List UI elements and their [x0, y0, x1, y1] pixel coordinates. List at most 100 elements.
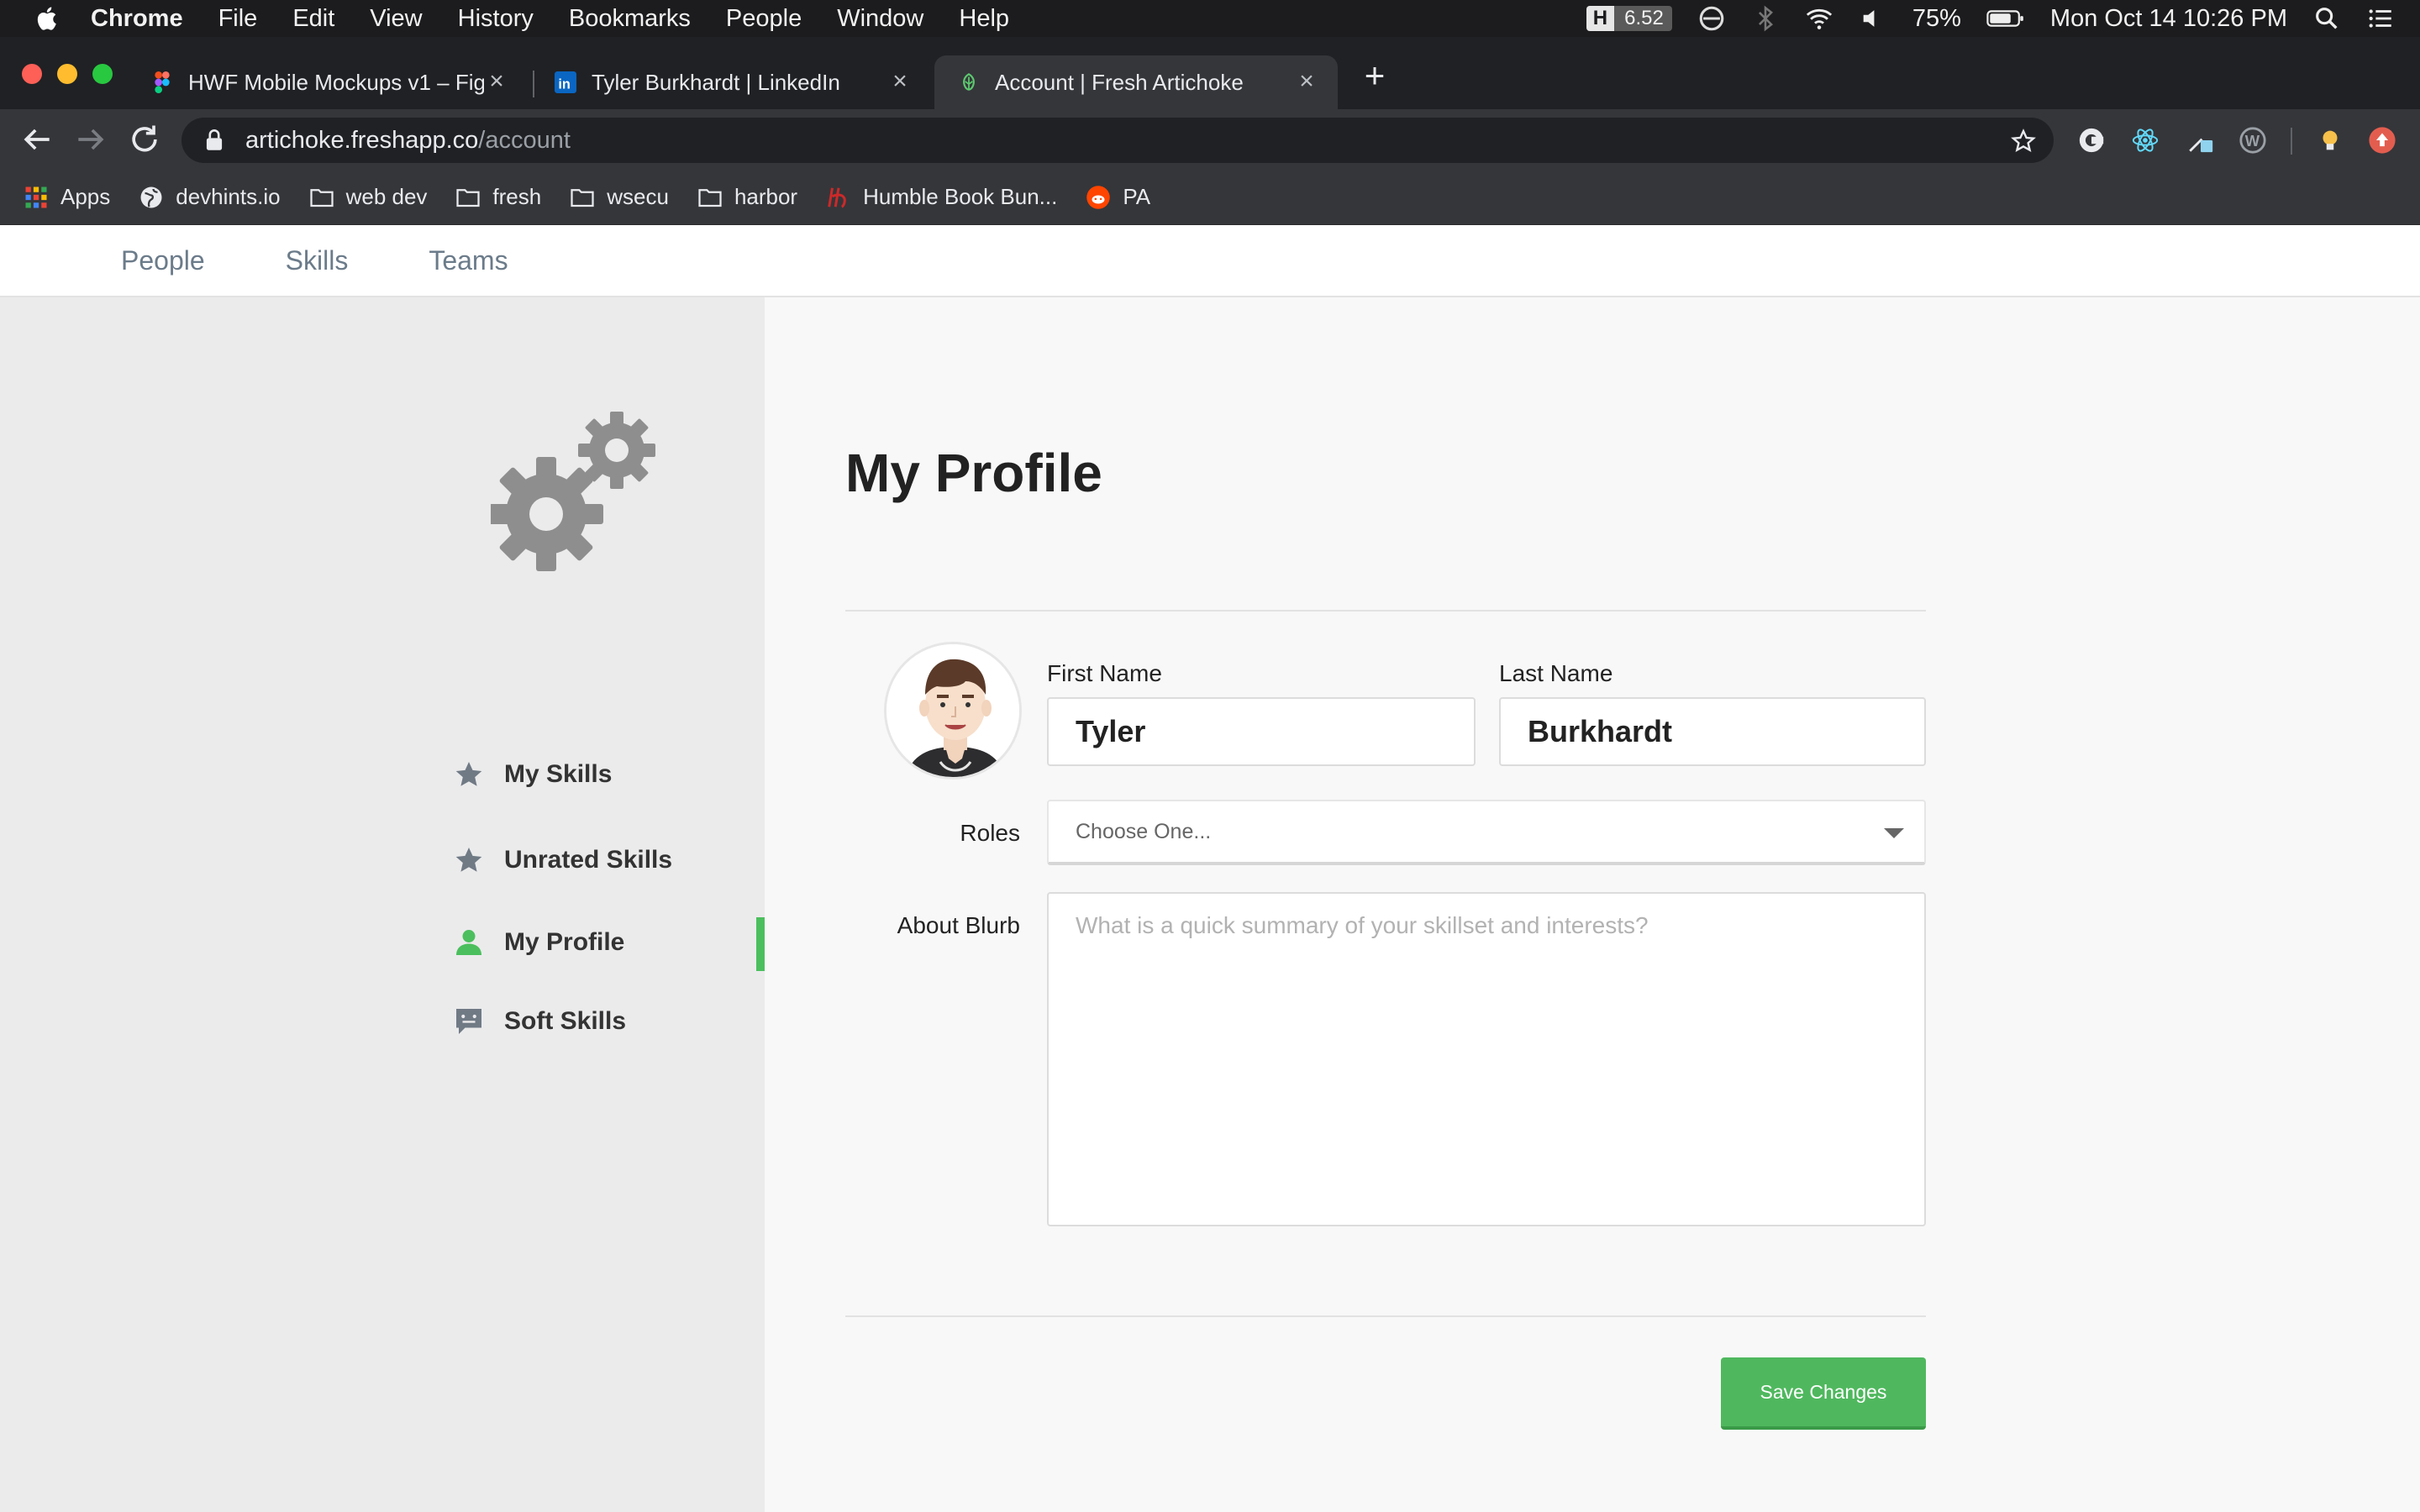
bookmark-devhints[interactable]: devhints.io	[139, 184, 281, 210]
nav-link-teams[interactable]: Teams	[429, 245, 508, 276]
react-devtools-icon[interactable]	[2131, 126, 2160, 155]
h-status-badge[interactable]: H 6.52	[1586, 6, 1672, 31]
active-indicator	[756, 917, 765, 971]
wifi-icon[interactable]	[1805, 4, 1833, 33]
about-blurb-placeholder: What is a quick summary of your skillset…	[1076, 912, 1649, 938]
menu-help[interactable]: Help	[959, 5, 1009, 33]
menu-file[interactable]: File	[218, 5, 258, 33]
svg-text:in: in	[558, 77, 570, 92]
bookmark-star-icon[interactable]	[2010, 128, 2037, 155]
h-badge-letter: H	[1586, 6, 1615, 31]
sidebar-item-label: My Profile	[504, 928, 625, 956]
profile-main-content: My Profile First Name Tyler Last Name Bu…	[765, 297, 2420, 1512]
menu-history[interactable]: History	[458, 5, 534, 33]
close-tab-icon[interactable]: ×	[484, 69, 509, 94]
first-name-field[interactable]: Tyler	[1047, 697, 1476, 766]
sidebar-item-label: My Skills	[504, 760, 613, 788]
settings-gears-icon	[491, 412, 655, 571]
save-changes-button[interactable]: Save Changes	[1721, 1357, 1926, 1430]
tab-fresh-artichoke[interactable]: Account | Fresh Artichoke ×	[934, 55, 1338, 109]
bookmark-humble-bundle[interactable]: Humble Book Bun...	[826, 184, 1057, 210]
nav-link-skills[interactable]: Skills	[286, 245, 349, 276]
tab-linkedin[interactable]: in Tyler Burkhardt | LinkedIn ×	[555, 55, 931, 109]
wordpress-icon[interactable]: W	[2238, 126, 2267, 155]
bookmark-pa[interactable]: PA	[1086, 184, 1150, 210]
account-sidebar: My Skills Unrated Skills My Profile Soft…	[0, 297, 765, 1512]
about-blurb-label: About Blurb	[897, 912, 1020, 938]
back-arrow-icon[interactable]	[18, 121, 55, 158]
bookmark-apps[interactable]: Apps	[24, 184, 110, 210]
artichoke-icon	[963, 72, 975, 91]
bookmark-folder-fresh[interactable]: fresh	[455, 184, 541, 210]
sidebar-item-my-profile[interactable]: My Profile	[454, 917, 765, 971]
bookmarks-bar: Apps devhints.io web dev fresh wsecu har…	[0, 170, 2420, 225]
url-host: artichoke.freshapp.co	[245, 126, 479, 154]
sidebar-item-my-skills[interactable]: My Skills	[454, 749, 765, 800]
menu-bookmarks[interactable]: Bookmarks	[569, 5, 691, 33]
about-blurb-textarea[interactable]: What is a quick summary of your skillset…	[1047, 892, 1926, 1226]
notification-center-icon[interactable]	[2366, 4, 2395, 33]
menu-edit[interactable]: Edit	[292, 5, 334, 33]
menu-window[interactable]: Window	[837, 5, 923, 33]
tab-figma[interactable]: HWF Mobile Mockups v1 – Figma ×	[151, 55, 528, 109]
tab-title: HWF Mobile Mockups v1 – Figma	[188, 69, 484, 95]
page-title: My Profile	[845, 443, 1102, 503]
roles-label: Roles	[960, 820, 1020, 846]
sidebar-item-soft-skills[interactable]: Soft Skills	[454, 996, 765, 1047]
bluetooth-icon[interactable]	[1751, 4, 1780, 33]
bookmark-label: harbor	[734, 184, 798, 209]
browser-toolbar: artichoke.freshapp.co /account W	[0, 109, 2420, 170]
close-window-button[interactable]	[22, 64, 42, 84]
nav-link-people[interactable]: People	[121, 245, 205, 276]
menu-app-name[interactable]: Chrome	[91, 5, 183, 33]
volume-icon[interactable]	[1859, 4, 1887, 33]
avatar[interactable]	[884, 642, 1022, 780]
new-tab-button[interactable]: +	[1358, 58, 1392, 93]
star-icon	[455, 762, 482, 786]
menu-people[interactable]: People	[726, 5, 802, 33]
forward-arrow-icon[interactable]	[72, 121, 109, 158]
sidebar-item-label: Soft Skills	[504, 1007, 627, 1035]
reddit-icon	[1086, 185, 1111, 209]
lightbulb-extension-icon[interactable]	[2316, 126, 2344, 155]
h-badge-value: 6.52	[1624, 7, 1664, 29]
folder-icon	[571, 188, 594, 207]
close-tab-icon[interactable]: ×	[887, 69, 913, 94]
extension-c-icon[interactable]	[2077, 126, 2106, 155]
first-name-label: First Name	[1047, 660, 1162, 686]
close-tab-icon[interactable]: ×	[1294, 69, 1319, 94]
lock-icon[interactable]	[205, 129, 224, 151]
bookmark-label: fresh	[492, 184, 542, 209]
window-controls	[22, 64, 113, 84]
bookmark-label: web dev	[345, 184, 428, 209]
menubar-clock[interactable]: Mon Oct 14 10:26 PM	[2050, 5, 2287, 33]
bookmark-label: wsecu	[607, 184, 669, 209]
tab-title: Account | Fresh Artichoke	[995, 69, 1244, 95]
apple-logo-icon[interactable]	[34, 4, 62, 33]
chevron-down-icon	[1884, 828, 1904, 838]
roles-select[interactable]: Choose One...	[1047, 800, 1926, 865]
bookmark-folder-wsecu[interactable]: wsecu	[570, 184, 669, 210]
folder-icon	[456, 188, 481, 207]
bookmark-folder-harbor[interactable]: harbor	[697, 184, 797, 210]
spotlight-search-icon[interactable]	[2312, 4, 2341, 33]
address-bar[interactable]: artichoke.freshapp.co /account	[182, 118, 2054, 163]
humble-icon	[828, 187, 846, 208]
profile-avatar-icon[interactable]	[2368, 126, 2396, 155]
eyedropper-extension-icon[interactable]	[2186, 126, 2215, 155]
browser-tab-strip: HWF Mobile Mockups v1 – Figma × in Tyler…	[0, 37, 2420, 109]
reload-icon[interactable]	[126, 121, 163, 158]
tab-separator	[533, 71, 534, 97]
menu-view[interactable]: View	[370, 5, 422, 33]
battery-icon[interactable]	[1986, 4, 2025, 33]
folder-icon	[309, 188, 334, 207]
apps-grid-icon	[25, 186, 47, 207]
bookmark-folder-web-dev[interactable]: web dev	[309, 184, 428, 210]
zoom-window-button[interactable]	[92, 64, 113, 84]
globe-icon	[140, 186, 162, 207]
minimize-window-button[interactable]	[57, 64, 77, 84]
last-name-field[interactable]: Burkhardt	[1499, 697, 1926, 766]
sidebar-item-unrated-skills[interactable]: Unrated Skills	[454, 835, 765, 885]
tab-title: Tyler Burkhardt | LinkedIn	[592, 69, 840, 95]
circle-status-icon[interactable]	[1697, 4, 1726, 33]
